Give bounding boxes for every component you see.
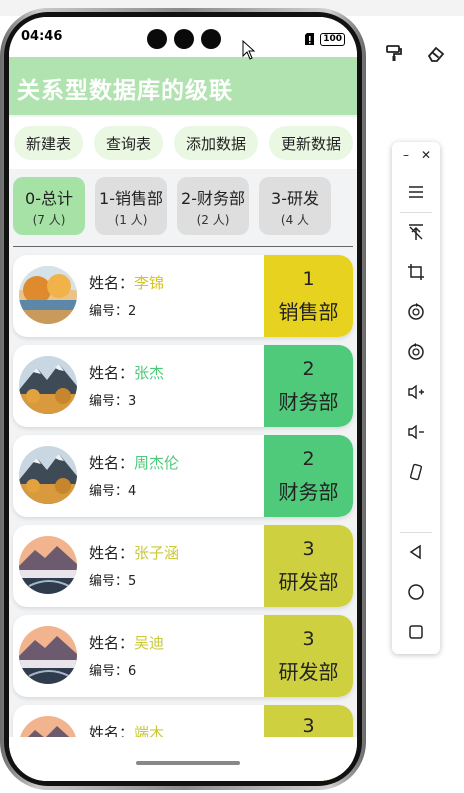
tab-count: (2 人) bbox=[196, 212, 230, 227]
department-number: 1 bbox=[302, 267, 315, 290]
department-name: 研发部 bbox=[278, 659, 339, 684]
department-badge: 2 财务部 bbox=[264, 345, 353, 427]
id-label: 编号： bbox=[89, 394, 129, 409]
employee-card[interactable]: 姓名：周杰伦 编号：4 2 财务部 bbox=[13, 435, 353, 517]
camera-hole bbox=[147, 29, 167, 49]
employee-card[interactable]: 姓名：李锦 编号：2 1 销售部 bbox=[13, 255, 353, 337]
tab-count: (7 人) bbox=[32, 212, 66, 227]
department-number: 2 bbox=[302, 357, 315, 380]
recents-icon[interactable] bbox=[404, 620, 428, 644]
avatar bbox=[19, 536, 77, 594]
pin-top-icon[interactable] bbox=[404, 220, 428, 244]
tab-rnd[interactable]: 3-研发 (4 人 bbox=[259, 177, 331, 235]
page-title: 关系型数据库的级联 bbox=[17, 78, 233, 104]
home-icon[interactable] bbox=[404, 580, 428, 604]
format-painter-icon[interactable] bbox=[381, 40, 407, 66]
employee-id: 5 bbox=[128, 574, 137, 589]
employee-name: 吴迪 bbox=[134, 634, 165, 652]
id-label: 编号： bbox=[89, 484, 129, 499]
status-time: 04:46 bbox=[21, 29, 63, 44]
rotate-left-icon[interactable] bbox=[404, 300, 428, 324]
camera-hole bbox=[174, 29, 194, 49]
tab-label: 0-总计 bbox=[25, 188, 73, 208]
name-label: 姓名： bbox=[89, 364, 135, 382]
divider bbox=[13, 246, 353, 247]
update-data-button[interactable]: 更新数据 bbox=[269, 126, 354, 160]
department-number: 2 bbox=[302, 447, 315, 470]
department-name: 销售部 bbox=[278, 299, 339, 324]
department-badge: 3 研发部 bbox=[264, 615, 353, 697]
tab-total[interactable]: 0-总计 (7 人) bbox=[13, 177, 85, 235]
back-icon[interactable] bbox=[404, 540, 428, 564]
tab-label: 1-销售部 bbox=[99, 188, 163, 208]
name-label: 姓名： bbox=[89, 544, 135, 562]
avatar bbox=[19, 446, 77, 504]
sim-alert-icon bbox=[305, 30, 315, 49]
eraser-icon[interactable] bbox=[423, 40, 449, 66]
department-badge: 1 销售部 bbox=[264, 255, 353, 337]
department-badge: 3 研发部 bbox=[264, 525, 353, 607]
crop-icon[interactable] bbox=[404, 260, 428, 284]
name-label: 姓名： bbox=[89, 634, 135, 652]
employee-name: 李锦 bbox=[134, 274, 165, 292]
employee-id: 3 bbox=[128, 394, 137, 409]
department-name: 财务部 bbox=[278, 479, 339, 504]
department-name: 研发部 bbox=[278, 569, 339, 594]
tab-count: (1 人) bbox=[114, 212, 148, 227]
department-number: 3 bbox=[302, 537, 315, 560]
rotate-right-icon[interactable] bbox=[404, 340, 428, 364]
employee-card[interactable]: 姓名：张杰 编号：3 2 财务部 bbox=[13, 345, 353, 427]
avatar bbox=[19, 356, 77, 414]
employee-name: 张杰 bbox=[134, 364, 165, 382]
home-indicator[interactable] bbox=[136, 761, 240, 765]
phone-screen: 04:46 100 关系型数据库的级联 新建表 查询表 添加数据 更新数据 0-… bbox=[9, 17, 357, 781]
minimize-icon[interactable]: – bbox=[400, 148, 412, 162]
tab-label: 3-研发 bbox=[271, 188, 319, 208]
tab-finance[interactable]: 2-财务部 (2 人) bbox=[177, 177, 249, 235]
battery-indicator: 100 bbox=[320, 33, 345, 46]
employee-card[interactable]: 姓名：张子涵 编号：5 3 研发部 bbox=[13, 525, 353, 607]
employee-name: 张子涵 bbox=[134, 544, 180, 562]
tab-label: 2-财务部 bbox=[181, 188, 245, 208]
avatar bbox=[19, 266, 77, 324]
phone-frame: 04:46 100 关系型数据库的级联 新建表 查询表 添加数据 更新数据 0-… bbox=[0, 8, 366, 790]
department-tabs: 0-总计 (7 人) 1-销售部 (1 人) 2-财务部 (2 人) 3-研发 … bbox=[9, 177, 357, 247]
bottom-safe-area bbox=[9, 737, 357, 781]
emulator-toolbar: – ✕ bbox=[392, 142, 440, 654]
department-number: 3 bbox=[302, 627, 315, 650]
employee-id: 2 bbox=[128, 304, 137, 319]
id-label: 编号： bbox=[89, 664, 129, 679]
tab-count: (4 人 bbox=[280, 212, 310, 227]
avatar bbox=[19, 626, 77, 684]
status-bar: 04:46 100 bbox=[9, 17, 357, 57]
mouse-cursor-icon bbox=[242, 39, 256, 64]
employee-id: 6 bbox=[128, 664, 137, 679]
query-table-button[interactable]: 查询表 bbox=[94, 126, 164, 160]
department-number: 3 bbox=[302, 715, 315, 737]
name-label: 姓名： bbox=[89, 274, 135, 292]
tab-sales[interactable]: 1-销售部 (1 人) bbox=[95, 177, 167, 235]
id-label: 编号： bbox=[89, 574, 129, 589]
shake-icon[interactable] bbox=[404, 460, 428, 484]
app-title-bar: 关系型数据库的级联 bbox=[9, 57, 357, 115]
close-icon[interactable]: ✕ bbox=[420, 148, 432, 162]
action-bar: 新建表 查询表 添加数据 更新数据 bbox=[9, 117, 357, 169]
department-name: 财务部 bbox=[278, 389, 339, 414]
employee-id: 4 bbox=[128, 484, 137, 499]
employee-card[interactable]: 姓名：吴迪 编号：6 3 研发部 bbox=[13, 615, 353, 697]
add-data-button[interactable]: 添加数据 bbox=[174, 126, 259, 160]
id-label: 编号： bbox=[89, 304, 129, 319]
menu-icon[interactable] bbox=[404, 180, 428, 204]
employee-name: 周杰伦 bbox=[134, 454, 180, 472]
volume-down-icon[interactable] bbox=[404, 420, 428, 444]
volume-up-icon[interactable] bbox=[404, 380, 428, 404]
camera-hole bbox=[201, 29, 221, 49]
department-badge: 2 财务部 bbox=[264, 435, 353, 517]
name-label: 姓名： bbox=[89, 454, 135, 472]
create-table-button[interactable]: 新建表 bbox=[14, 126, 84, 160]
